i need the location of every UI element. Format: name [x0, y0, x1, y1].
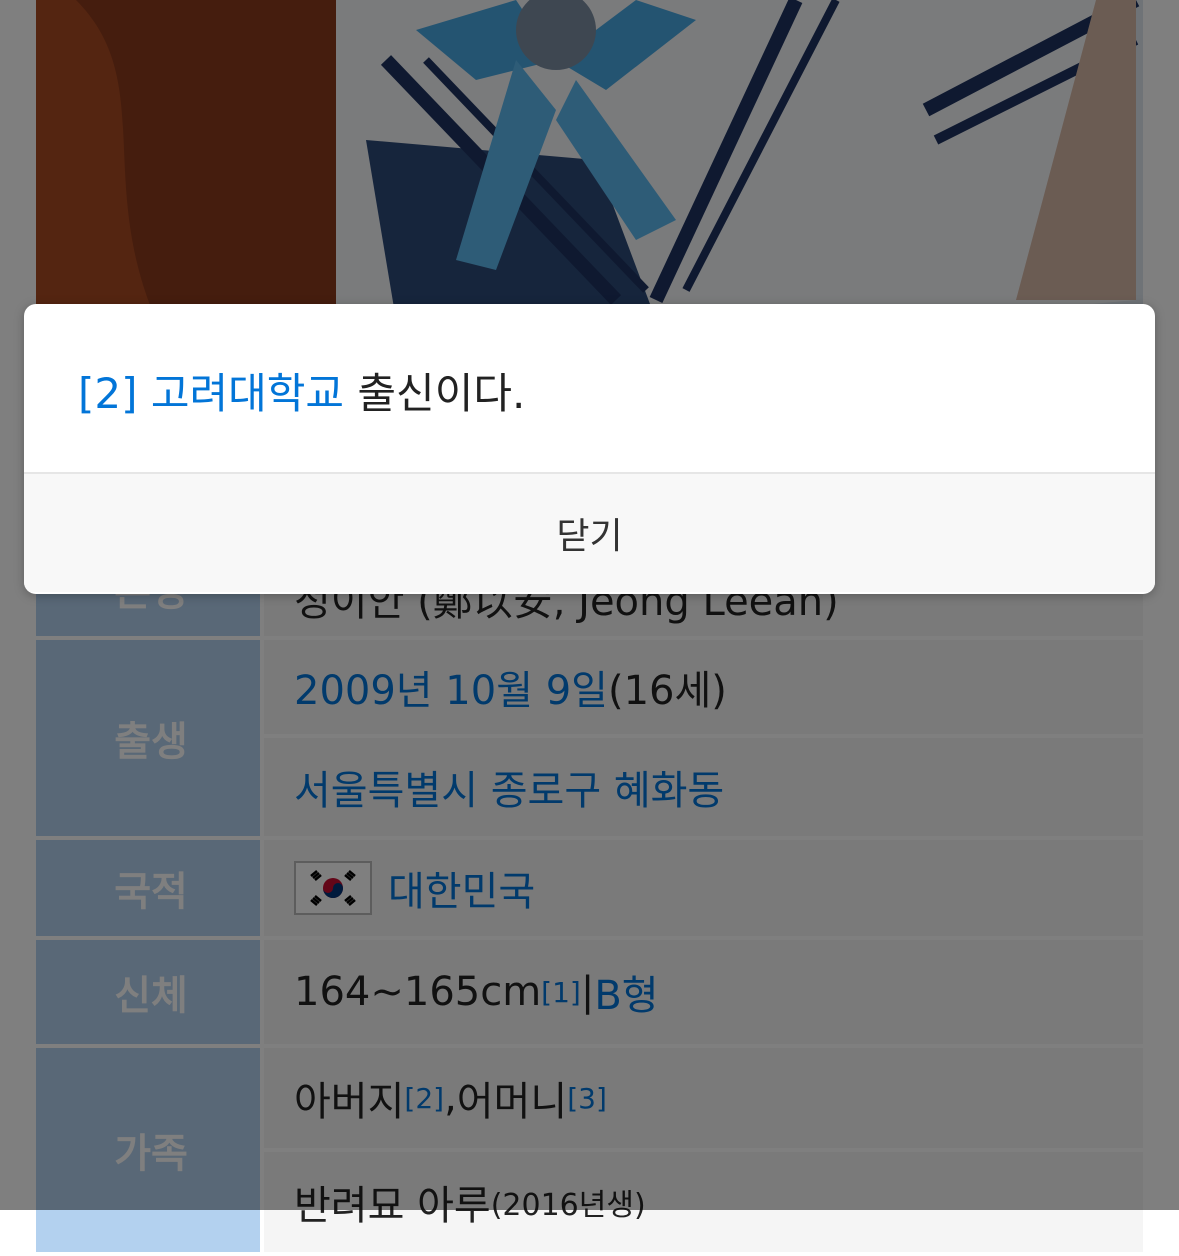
modal-backdrop[interactable]	[0, 0, 1179, 1210]
footnote-number[interactable]: [2]	[78, 369, 138, 418]
footnote-text: 출신이다.	[344, 369, 526, 418]
footnote-content: [2] 고려대학교 출신이다.	[24, 304, 1155, 474]
close-button[interactable]: 닫기	[550, 506, 628, 560]
footnote-modal: [2] 고려대학교 출신이다. 닫기	[24, 304, 1155, 594]
footnote-link[interactable]: 고려대학교	[151, 369, 344, 418]
modal-footer: 닫기	[24, 474, 1155, 592]
